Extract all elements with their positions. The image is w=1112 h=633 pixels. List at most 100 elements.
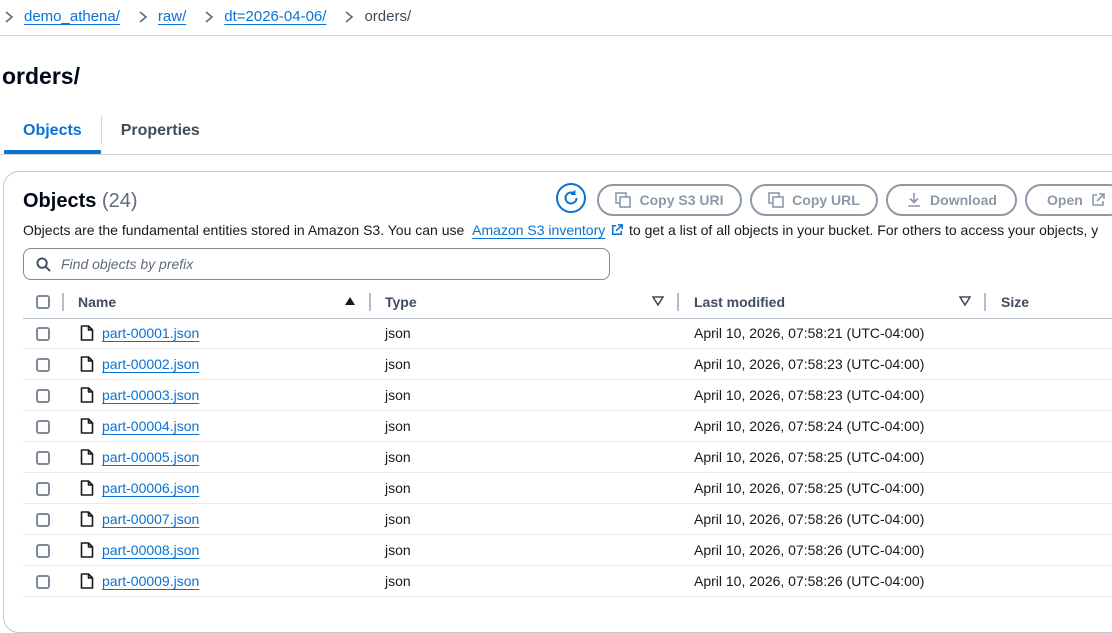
chevron-right-icon — [0, 8, 18, 25]
table-body: part-00001.json json April 10, 2026, 07:… — [23, 318, 1112, 597]
open-label: Open — [1047, 192, 1083, 208]
copy-icon — [768, 192, 784, 208]
copy-s3-uri-label: Copy S3 URI — [639, 192, 724, 208]
column-header-name[interactable]: Name — [78, 294, 116, 310]
object-name-link[interactable]: part-00007.json — [102, 511, 199, 527]
tab-objects[interactable]: Objects — [4, 112, 101, 154]
object-type: json — [385, 387, 411, 403]
table-row: part-00009.json json April 10, 2026, 07:… — [23, 566, 1112, 597]
open-button[interactable]: Open — [1025, 184, 1112, 216]
breadcrumb-link-dt[interactable]: dt=2026-04-06/ — [224, 8, 326, 25]
object-name-link[interactable]: part-00004.json — [102, 418, 199, 434]
object-last-modified: April 10, 2026, 07:58:24 (UTC-04:00) — [694, 418, 925, 434]
object-last-modified: April 10, 2026, 07:58:21 (UTC-04:00) — [694, 325, 925, 341]
table-row: part-00007.json json April 10, 2026, 07:… — [23, 504, 1112, 535]
chevron-right-icon — [200, 8, 218, 25]
table-row: part-00005.json json April 10, 2026, 07:… — [23, 442, 1112, 473]
breadcrumb-link-demo-athena[interactable]: demo_athena/ — [24, 8, 120, 25]
table-row: part-00004.json json April 10, 2026, 07:… — [23, 411, 1112, 442]
tab-properties[interactable]: Properties — [102, 112, 219, 154]
object-type: json — [385, 356, 411, 372]
file-icon — [80, 511, 94, 527]
download-icon — [908, 193, 921, 207]
row-checkbox[interactable] — [36, 420, 50, 434]
row-checkbox[interactable] — [36, 358, 50, 372]
object-name-link[interactable]: part-00005.json — [102, 449, 199, 465]
select-all-checkbox[interactable] — [36, 295, 50, 309]
object-name-link[interactable]: part-00008.json — [102, 542, 199, 558]
breadcrumb-link-raw[interactable]: raw/ — [158, 8, 186, 25]
object-last-modified: April 10, 2026, 07:58:25 (UTC-04:00) — [694, 480, 925, 496]
file-icon — [80, 573, 94, 589]
object-last-modified: April 10, 2026, 07:58:23 (UTC-04:00) — [694, 356, 925, 372]
object-type: json — [385, 542, 411, 558]
row-checkbox[interactable] — [36, 327, 50, 341]
file-icon — [80, 418, 94, 434]
table-row: part-00002.json json April 10, 2026, 07:… — [23, 349, 1112, 380]
column-separator — [677, 293, 679, 311]
objects-heading: Objects (24) — [23, 190, 138, 213]
row-checkbox[interactable] — [36, 482, 50, 496]
object-last-modified: April 10, 2026, 07:58:26 (UTC-04:00) — [694, 511, 925, 527]
object-name-link[interactable]: part-00006.json — [102, 480, 199, 496]
object-last-modified: April 10, 2026, 07:58:26 (UTC-04:00) — [694, 542, 925, 558]
column-header-size[interactable]: Size — [1001, 294, 1029, 310]
column-header-type[interactable]: Type — [385, 294, 417, 310]
objects-heading-label: Objects — [23, 190, 97, 212]
breadcrumb-current: orders/ — [364, 7, 412, 25]
object-name-link[interactable]: part-00003.json — [102, 387, 199, 403]
objects-count: (24) — [101, 190, 138, 212]
file-icon — [80, 542, 94, 558]
description-text-2: to get a list of all objects in your buc… — [629, 222, 1099, 238]
object-name-link[interactable]: part-00001.json — [102, 325, 199, 341]
search-input[interactable] — [59, 255, 583, 273]
table-row: part-00003.json json April 10, 2026, 07:… — [23, 380, 1112, 411]
row-checkbox[interactable] — [36, 389, 50, 403]
object-type: json — [385, 449, 411, 465]
copy-icon — [615, 192, 632, 208]
object-last-modified: April 10, 2026, 07:58:23 (UTC-04:00) — [694, 387, 925, 403]
s3-inventory-label: Amazon S3 inventory — [472, 222, 606, 238]
description-text-1: Objects are the fundamental entities sto… — [23, 222, 465, 238]
column-separator — [984, 293, 986, 311]
refresh-button[interactable] — [556, 183, 586, 213]
row-checkbox[interactable] — [36, 513, 50, 527]
s3-inventory-link[interactable]: Amazon S3 inventory — [472, 222, 605, 238]
search-box — [23, 248, 610, 280]
download-label: Download — [930, 192, 997, 208]
file-icon — [80, 356, 94, 372]
breadcrumb: demo_athena/ raw/ dt=2026-04-06/ orders/ — [0, 6, 411, 26]
download-button[interactable]: Download — [886, 184, 1017, 216]
table-header: Name Type Last modified Size — [23, 289, 1112, 319]
object-last-modified: April 10, 2026, 07:58:25 (UTC-04:00) — [694, 449, 925, 465]
object-last-modified: April 10, 2026, 07:58:26 (UTC-04:00) — [694, 573, 925, 589]
sort-down-icon[interactable] — [959, 296, 971, 306]
copy-url-label: Copy URL — [792, 192, 860, 208]
file-icon — [80, 325, 94, 341]
object-name-link[interactable]: part-00009.json — [102, 573, 199, 589]
object-type: json — [385, 325, 411, 341]
column-separator — [369, 293, 371, 311]
row-checkbox[interactable] — [36, 544, 50, 558]
row-checkbox[interactable] — [36, 451, 50, 465]
objects-description: Objects are the fundamental entities sto… — [23, 222, 1098, 238]
copy-url-button[interactable]: Copy URL — [750, 184, 878, 216]
page-title: orders/ — [2, 63, 80, 89]
tabs-divider — [0, 154, 1112, 155]
header-divider — [0, 35, 1112, 36]
sort-down-icon[interactable] — [652, 296, 664, 306]
object-type: json — [385, 418, 411, 434]
sort-ascending-icon[interactable] — [344, 296, 356, 306]
column-header-last-modified[interactable]: Last modified — [694, 294, 785, 310]
copy-s3-uri-button[interactable]: Copy S3 URI — [597, 184, 742, 216]
row-checkbox[interactable] — [36, 575, 50, 589]
table-row: part-00006.json json April 10, 2026, 07:… — [23, 473, 1112, 504]
file-icon — [80, 449, 94, 465]
column-separator — [62, 293, 64, 311]
file-icon — [80, 387, 94, 403]
chevron-right-icon — [134, 8, 152, 25]
object-type: json — [385, 573, 411, 589]
object-name-link[interactable]: part-00002.json — [102, 356, 199, 372]
refresh-icon — [564, 190, 578, 205]
chevron-right-icon — [340, 8, 358, 25]
